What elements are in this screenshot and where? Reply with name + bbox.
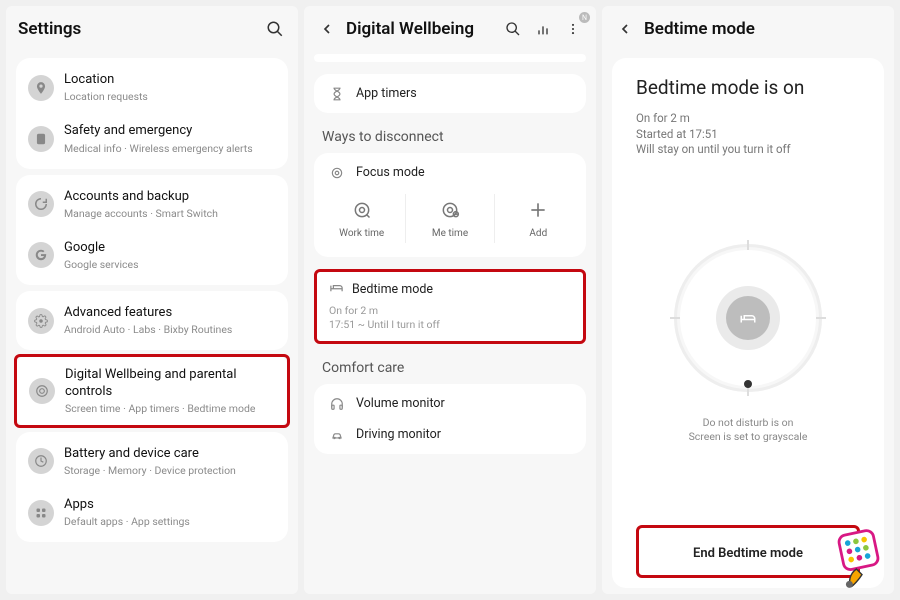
end-bedtime-button[interactable]: End Bedtime mode <box>639 536 857 571</box>
comfort-row-car[interactable]: Driving monitor <box>314 419 586 450</box>
bedtime-heading: Bedtime mode is on <box>636 76 860 99</box>
comfort-label: Driving monitor <box>356 427 441 442</box>
bedtime-body: Bedtime mode is on On for 2 m Started at… <box>612 58 884 588</box>
settings-row-safety[interactable]: Safety and emergency Medical info · Wire… <box>16 113 288 164</box>
row-sub: Default apps · App settings <box>64 515 276 528</box>
back-icon[interactable] <box>316 18 338 40</box>
settings-row-google[interactable]: Google Google services <box>16 230 288 281</box>
apps-icon <box>28 500 54 526</box>
status-line-1: Started at 17:51 <box>636 127 860 143</box>
dial-sub-1: Screen is set to grayscale <box>689 430 808 445</box>
page-title: Settings <box>18 19 256 39</box>
metime-icon <box>438 198 462 222</box>
worktime-icon <box>350 198 374 222</box>
bedtime-sub2: 17:51 ~ Until I turn it off <box>329 318 571 332</box>
comfort-row-headphones[interactable]: Volume monitor <box>314 388 586 419</box>
focus-me-time[interactable]: Me time <box>406 194 494 243</box>
row-sub: Location requests <box>64 90 276 103</box>
end-bedtime-wrap: End Bedtime mode <box>636 525 860 578</box>
headphones-icon <box>328 397 346 411</box>
bedtime-mode-card[interactable]: Bedtime mode On for 2 m 17:51 ~ Until I … <box>314 269 586 344</box>
row-sub: Android Auto · Labs · Bixby Routines <box>64 323 276 336</box>
settings-header: Settings <box>6 6 298 52</box>
dashboard-card-peek <box>314 54 586 62</box>
bedtime-panel: Bedtime mode Bedtime mode is on On for 2… <box>602 6 894 594</box>
focus-card: Focus mode Work time Me time Add <box>314 153 586 257</box>
row-sub: Storage · Memory · Device protection <box>64 464 276 477</box>
back-icon[interactable] <box>614 18 636 40</box>
hourglass-icon <box>328 87 346 101</box>
settings-row-wellbeing[interactable]: Digital Wellbeing and parental controls … <box>14 354 290 428</box>
wellbeing-panel: Digital Wellbeing App timers Ways to dis… <box>304 6 596 594</box>
row-title: Location <box>64 72 276 88</box>
location-icon <box>28 75 54 101</box>
app-timers-row[interactable]: App timers <box>314 78 586 109</box>
target-icon <box>328 166 346 180</box>
disconnect-label: Ways to disconnect <box>304 119 596 147</box>
more-icon[interactable] <box>562 18 584 40</box>
row-sub: Google services <box>64 258 276 271</box>
triple-label: Add <box>529 228 547 239</box>
comfort-label: Comfort care <box>304 350 596 378</box>
settings-row-location[interactable]: Location Location requests <box>16 62 288 113</box>
row-sub: Manage accounts · Smart Switch <box>64 207 276 220</box>
dial-sub-0: Do not disturb is on <box>689 416 808 431</box>
status-line-0: On for 2 m <box>636 111 860 127</box>
google-icon <box>28 242 54 268</box>
settings-panel: Settings Location Location requests Safe… <box>6 6 298 594</box>
triple-label: Me time <box>432 228 468 239</box>
row-title: Digital Wellbeing and parental controls <box>65 367 275 400</box>
focus-mode-label: Focus mode <box>356 165 425 180</box>
accounts-icon <box>28 191 54 217</box>
wellbeing-icon <box>29 378 55 404</box>
settings-row-battery[interactable]: Battery and device care Storage · Memory… <box>16 436 288 487</box>
comfort-label: Volume monitor <box>356 396 445 411</box>
bed-icon <box>329 280 344 298</box>
row-title: Safety and emergency <box>64 123 276 139</box>
bed-icon <box>726 296 770 340</box>
focus-work-time[interactable]: Work time <box>318 194 406 243</box>
comfort-card: Volume monitor Driving monitor <box>314 384 586 454</box>
settings-row-accounts[interactable]: Accounts and backup Manage accounts · Sm… <box>16 179 288 230</box>
dial-handle[interactable] <box>744 380 752 388</box>
safety-icon <box>28 126 54 152</box>
bedtime-dial[interactable] <box>668 238 828 398</box>
search-icon[interactable] <box>502 18 524 40</box>
app-timers-label: App timers <box>356 86 417 101</box>
focus-add[interactable]: Add <box>495 194 582 243</box>
row-title: Advanced features <box>64 305 276 321</box>
battery-icon <box>28 448 54 474</box>
row-title: Accounts and backup <box>64 189 276 205</box>
settings-row-apps[interactable]: Apps Default apps · App settings <box>16 487 288 538</box>
row-sub: Screen time · App timers · Bedtime mode <box>65 402 275 415</box>
bedtime-mode-label: Bedtime mode <box>352 282 433 297</box>
bedtime-sub1: On for 2 m <box>329 304 571 318</box>
car-icon <box>328 428 346 442</box>
page-title: Bedtime mode <box>644 19 755 39</box>
triple-label: Work time <box>339 228 384 239</box>
add-icon <box>526 198 550 222</box>
dial-wrap: Do not disturb is on Screen is set to gr… <box>636 158 860 525</box>
page-title: Digital Wellbeing <box>346 19 474 39</box>
chart-icon[interactable] <box>532 18 554 40</box>
row-title: Battery and device care <box>64 446 276 462</box>
advanced-icon <box>28 308 54 334</box>
row-sub: Medical info · Wireless emergency alerts <box>64 142 276 155</box>
search-icon[interactable] <box>264 18 286 40</box>
row-title: Google <box>64 240 276 256</box>
status-line-2: Will stay on until you turn it off <box>636 142 860 158</box>
settings-row-advanced[interactable]: Advanced features Android Auto · Labs · … <box>16 295 288 346</box>
row-title: Apps <box>64 497 276 513</box>
app-timers-card: App timers <box>314 74 586 113</box>
focus-mode-row[interactable]: Focus mode <box>314 157 586 188</box>
wellbeing-header: Digital Wellbeing <box>304 6 596 52</box>
bedtime-header: Bedtime mode <box>602 6 894 52</box>
